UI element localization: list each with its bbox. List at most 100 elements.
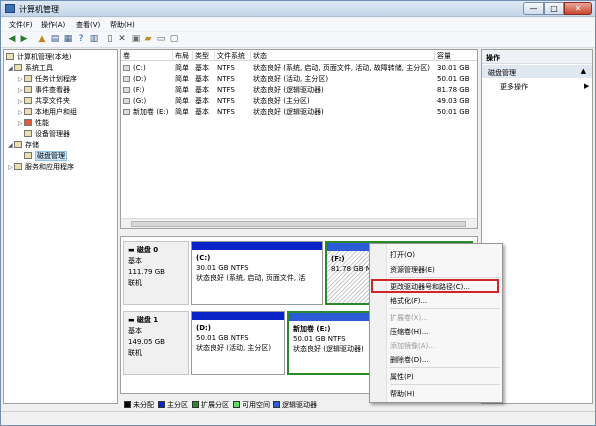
clock-icon	[24, 75, 32, 82]
drive-icon	[123, 65, 130, 71]
collapse-up-icon[interactable]: ▲	[581, 67, 586, 75]
menu-item-format[interactable]: 格式化(F)...	[390, 296, 427, 306]
menu-separator	[390, 367, 500, 368]
services-icon	[14, 163, 22, 170]
folder-icon	[24, 97, 32, 104]
disk-icon: ▬	[128, 316, 137, 324]
partition-d[interactable]: (D:) 50.01 GB NTFS 状态良好 (活动, 主分区)	[191, 311, 285, 375]
tree-storage[interactable]: ◢ 存储	[8, 140, 39, 150]
storage-icon	[14, 141, 22, 148]
volume-row[interactable]: (F:) 简单 基本 NTFS 状态良好 (逻辑驱动器) 81.78 GB	[121, 85, 477, 95]
context-menu: 打开(O) 资源管理器(E) 更改驱动器号和路径(C)... 格式化(F)...…	[369, 243, 503, 403]
volume-list-header: 卷 布局 类型 文件系统 状态 容量	[121, 50, 477, 61]
help-icon[interactable]: ?	[76, 34, 86, 45]
column-layout[interactable]: 布局	[173, 51, 193, 61]
export-icon[interactable]: ▢	[169, 34, 179, 45]
menu-item-extend-volume: 扩展卷(X)...	[390, 314, 428, 322]
highlight-box	[371, 279, 499, 293]
drive-icon	[123, 76, 130, 82]
close-button[interactable]: ✕	[564, 2, 592, 15]
volume-row[interactable]: 新加卷 (E:) 简单 基本 NTFS 状态良好 (逻辑驱动器) 50.01 GB	[121, 107, 477, 117]
menu-file[interactable]: 文件(F)	[9, 20, 33, 30]
open-icon[interactable]: ▰	[143, 34, 153, 45]
legend-primary: 主分区	[158, 400, 188, 410]
legend-extended: 扩展分区	[192, 400, 229, 410]
show-hide-tree-icon[interactable]: ▤	[50, 34, 60, 45]
tree-services[interactable]: ▷ 服务和应用程序	[8, 162, 74, 172]
menu-help[interactable]: 帮助(H)	[110, 20, 135, 30]
volume-row[interactable]: (G:) 简单 基本 NTFS 状态良好 (主分区) 49.03 GB	[121, 96, 477, 106]
column-capacity[interactable]: 容量	[435, 51, 477, 61]
delete-icon[interactable]: ✕	[117, 34, 127, 45]
window-title: 计算机管理	[19, 5, 59, 14]
tree-disk-management[interactable]: 磁盘管理	[24, 151, 67, 161]
maximize-button[interactable]: □	[544, 2, 564, 15]
properties-icon[interactable]: ▦	[63, 34, 73, 45]
volume-row[interactable]: (C:) 简单 基本 NTFS 状态良好 (系统, 启动, 页面文件, 活动, 故障转储…	[121, 63, 477, 73]
toolbar: ◀ ▶ ▲ ▤ ▦ ? ▥ ▯ ✕ ▣ ▰ ▭ ▢	[1, 32, 595, 48]
tree-event-viewer[interactable]: ▷ 事件查看器	[18, 85, 70, 95]
minimize-button[interactable]: —	[523, 2, 544, 15]
tree-system-tools[interactable]: ◢ 系统工具	[8, 63, 53, 73]
title-bar[interactable]: 计算机管理 — □ ✕	[1, 1, 595, 17]
partition-e-info: 新加卷 (E:) 50.01 GB NTFS 状态良好 (逻辑驱动器)	[293, 325, 364, 353]
tree-root[interactable]: 计算机管理(本地)	[6, 52, 71, 62]
menu-item-help[interactable]: 帮助(H)	[390, 389, 415, 399]
volume-list: 卷 布局 类型 文件系统 状态 容量 (C:) 简单 基本 NTFS 状态良好 (系统,…	[120, 49, 478, 229]
tree-local-users[interactable]: ▷ 本地用户和组	[18, 107, 77, 117]
disk-0-label[interactable]: ▬ 磁盘 0 基本 111.79 GB 联机	[123, 241, 189, 305]
tools-icon	[14, 64, 22, 71]
column-volume[interactable]: 卷	[121, 51, 173, 61]
event-icon	[24, 86, 32, 93]
new-icon[interactable]: ▭	[156, 34, 166, 45]
volume-row[interactable]: (D:) 简单 基本 NTFS 状态良好 (活动, 主分区) 50.01 GB	[121, 74, 477, 84]
drive-icon	[123, 98, 130, 104]
tree-shared-folders[interactable]: ▷ 共享文件夹	[18, 96, 70, 106]
column-status[interactable]: 状态	[251, 51, 435, 61]
menu-separator	[390, 384, 500, 385]
menu-item-add-mirror: 添加镜像(A)...	[390, 342, 435, 350]
primary-partition-bar	[192, 312, 284, 320]
device-manager-icon	[24, 130, 32, 137]
up-icon[interactable]: ▲	[37, 34, 47, 45]
menu-bar: 文件(F) 操作(A) 查看(V) 帮助(H)	[1, 18, 595, 31]
actions-header: 操作	[482, 50, 592, 64]
status-bar	[1, 411, 595, 425]
navigation-tree: 计算机管理(本地) ◢ 系统工具 ▷ 任务计划程序 ▷ 事件查看器 ▷ 共享文件夹 ▷ 本…	[3, 49, 118, 404]
menu-item-delete-volume[interactable]: 删除卷(D)...	[390, 355, 429, 365]
partition-d-info: (D:) 50.01 GB NTFS 状态良好 (活动, 主分区)	[196, 324, 272, 352]
menu-item-open[interactable]: 打开(O)	[390, 250, 415, 260]
action-help-icon[interactable]: ▯	[105, 34, 115, 45]
disk-1-label[interactable]: ▬ 磁盘 1 基本 149.05 GB 联机	[123, 311, 189, 375]
more-actions[interactable]: 更多操作 ▶	[500, 82, 589, 92]
forward-icon[interactable]: ▶	[19, 34, 29, 45]
tree-device-manager[interactable]: 设备管理器	[24, 129, 70, 139]
menu-item-explorer[interactable]: 资源管理器(E)	[390, 265, 435, 275]
partition-e[interactable]: 新加卷 (E:) 50.01 GB NTFS 状态良好 (逻辑驱动器)	[287, 311, 379, 375]
partition-c[interactable]: (C:) 30.01 GB NTFS 状态良好 (系统, 启动, 页面文件, 活	[191, 241, 323, 305]
paste-icon[interactable]: ▣	[131, 34, 141, 45]
menu-view[interactable]: 查看(V)	[76, 20, 100, 30]
computer-management-icon	[5, 4, 15, 13]
menu-action[interactable]: 操作(A)	[41, 20, 65, 30]
tree-performance[interactable]: ▷ 性能	[18, 118, 49, 128]
menu-item-properties[interactable]: 属性(P)	[390, 372, 414, 382]
drive-icon	[123, 87, 130, 93]
column-type[interactable]: 类型	[193, 51, 215, 61]
computer-icon	[6, 53, 14, 60]
logical-drive-bar	[289, 313, 377, 321]
horizontal-scrollbar[interactable]	[121, 218, 477, 228]
menu-separator	[390, 308, 500, 309]
context-menu-gutter	[370, 244, 387, 402]
legend-free: 可用空间	[233, 400, 270, 410]
actions-section-disk-management[interactable]: 磁盘管理 ▲	[482, 65, 592, 78]
back-icon[interactable]: ◀	[7, 34, 17, 45]
scroll-thumb[interactable]	[131, 221, 466, 227]
list-view-icon[interactable]: ▥	[89, 34, 99, 45]
computer-management-window: 计算机管理 — □ ✕ 文件(F) 操作(A) 查看(V) 帮助(H) ◀ ▶ …	[0, 0, 596, 426]
column-filesystem[interactable]: 文件系统	[215, 51, 251, 61]
tree-task-scheduler[interactable]: ▷ 任务计划程序	[18, 74, 77, 84]
users-icon	[24, 108, 32, 115]
legend-logical: 逻辑驱动器	[273, 400, 317, 410]
menu-item-shrink-volume[interactable]: 压缩卷(H)...	[390, 327, 428, 337]
